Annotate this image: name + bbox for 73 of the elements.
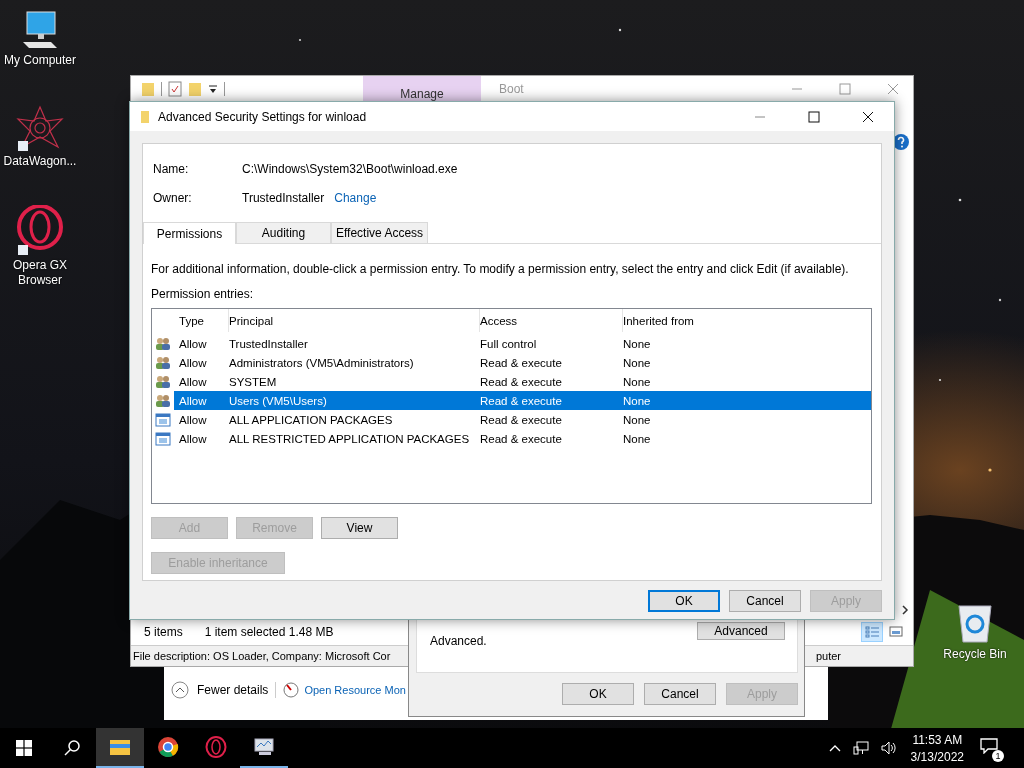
checklist-icon[interactable]: [168, 81, 182, 97]
chrome-icon: [157, 736, 179, 758]
clock-date: 3/13/2022: [910, 749, 964, 764]
column-header[interactable]: Type: [174, 309, 229, 332]
section-label: Permission entries:: [151, 287, 254, 301]
permission-entry[interactable]: Allow Administrators (VM5\Administrators) Read & execute None: [174, 353, 871, 372]
notification-icon: [980, 738, 998, 754]
permission-entry[interactable]: Allow SYSTEM Read & execute None: [174, 372, 871, 391]
advanced-button[interactable]: Advanced: [697, 622, 785, 640]
window-title: Boot: [499, 82, 524, 96]
starburst-icon[interactable]: [16, 105, 64, 151]
computer-icon[interactable]: [21, 10, 59, 50]
opera-icon[interactable]: [16, 205, 64, 255]
notification-button[interactable]: 1: [978, 734, 1004, 762]
permission-entry[interactable]: Allow Users (VM5\Users) Read & execute None: [174, 391, 871, 410]
item-count: 5 items: [144, 625, 183, 639]
permission-entry[interactable]: Allow TrustedInstaller Full control None: [174, 334, 871, 353]
folder-icon: [109, 738, 131, 756]
tab[interactable]: Permissions: [143, 222, 236, 244]
file-path: C:\Windows\System32\Boot\winload.exe: [242, 161, 458, 176]
dropdown-icon[interactable]: [208, 84, 218, 94]
field-label: Name:: [153, 161, 190, 176]
file-description: File description: OS Loader, Company: Microsoft Cor: [133, 650, 391, 662]
desktop-icon-label[interactable]: Opera GX Browser: [0, 258, 80, 288]
windows-logo-icon: [16, 740, 32, 756]
speaker-icon[interactable]: [880, 741, 897, 755]
permission-entry[interactable]: Allow ALL APPLICATION PACKAGES Read & execute None: [174, 410, 871, 429]
tab[interactable]: Effective Access: [331, 222, 428, 243]
tab[interactable]: Auditing: [236, 222, 331, 243]
entry-button[interactable]: View: [321, 517, 398, 539]
gauge-icon: [283, 682, 300, 698]
users-icon: [155, 374, 171, 389]
monitor-icon: [253, 737, 275, 757]
app-window-icon: [155, 412, 171, 427]
column-header[interactable]: Access: [480, 309, 623, 332]
dialog-button[interactable]: OK: [562, 683, 634, 705]
users-icon: [155, 355, 171, 370]
chevron-up-icon: [171, 681, 189, 699]
clock-time: 11:53 AM: [912, 732, 963, 747]
field-label: Owner:: [153, 190, 193, 205]
info-text: For additional information, double-click a permission entry. To modify a permission entry, select the entry and click Edit (if available).: [151, 262, 849, 276]
manage-tab[interactable]: Manage: [363, 76, 481, 102]
close-icon[interactable]: [862, 110, 874, 123]
users-icon: [155, 336, 171, 351]
change-link[interactable]: Change: [334, 190, 377, 205]
fewer-details-button[interactable]: Fewer details: [171, 681, 269, 699]
chevron-up-icon[interactable]: [828, 744, 841, 752]
users-icon: [155, 393, 171, 408]
dialog-button[interactable]: OK: [648, 590, 720, 612]
dialog-button[interactable]: Cancel: [644, 683, 716, 705]
notification-badge: 1: [992, 750, 1004, 762]
app-window-icon: [155, 431, 171, 446]
selection-info: 1 item selected 1.48 MB: [204, 625, 334, 639]
resource-monitor-link[interactable]: Open Resource Mon: [304, 684, 406, 696]
window-title: Advanced Security Settings for winload: [158, 109, 367, 124]
folder-icon: [140, 109, 150, 124]
opera-icon: [205, 736, 227, 758]
column-header[interactable]: Principal: [229, 309, 480, 332]
desktop-icon-label[interactable]: DataWagon...: [3, 154, 77, 169]
advanced-hint: Advanced.: [430, 633, 488, 648]
desktop-icon-label[interactable]: My Computer: [4, 53, 76, 68]
file-description: puter: [815, 650, 841, 662]
desktop-icon-label[interactable]: Recycle Bin: [943, 647, 1007, 662]
network-icon[interactable]: [852, 741, 869, 755]
dialog-button[interactable]: Cancel: [729, 590, 801, 612]
owner-name: TrustedInstaller: [242, 190, 325, 205]
scroll-right-icon[interactable]: [901, 605, 909, 615]
permission-entry[interactable]: Allow ALL RESTRICTED APPLICATION PACKAGES Read & execute None: [174, 429, 871, 448]
search-icon: [64, 740, 80, 756]
column-header[interactable]: Inherited from: [623, 309, 763, 332]
maximize-icon[interactable]: [808, 110, 820, 123]
clock[interactable]: 11:53 AM 3/13/2022: [910, 732, 964, 764]
taskbar-app-button[interactable]: [96, 728, 144, 768]
